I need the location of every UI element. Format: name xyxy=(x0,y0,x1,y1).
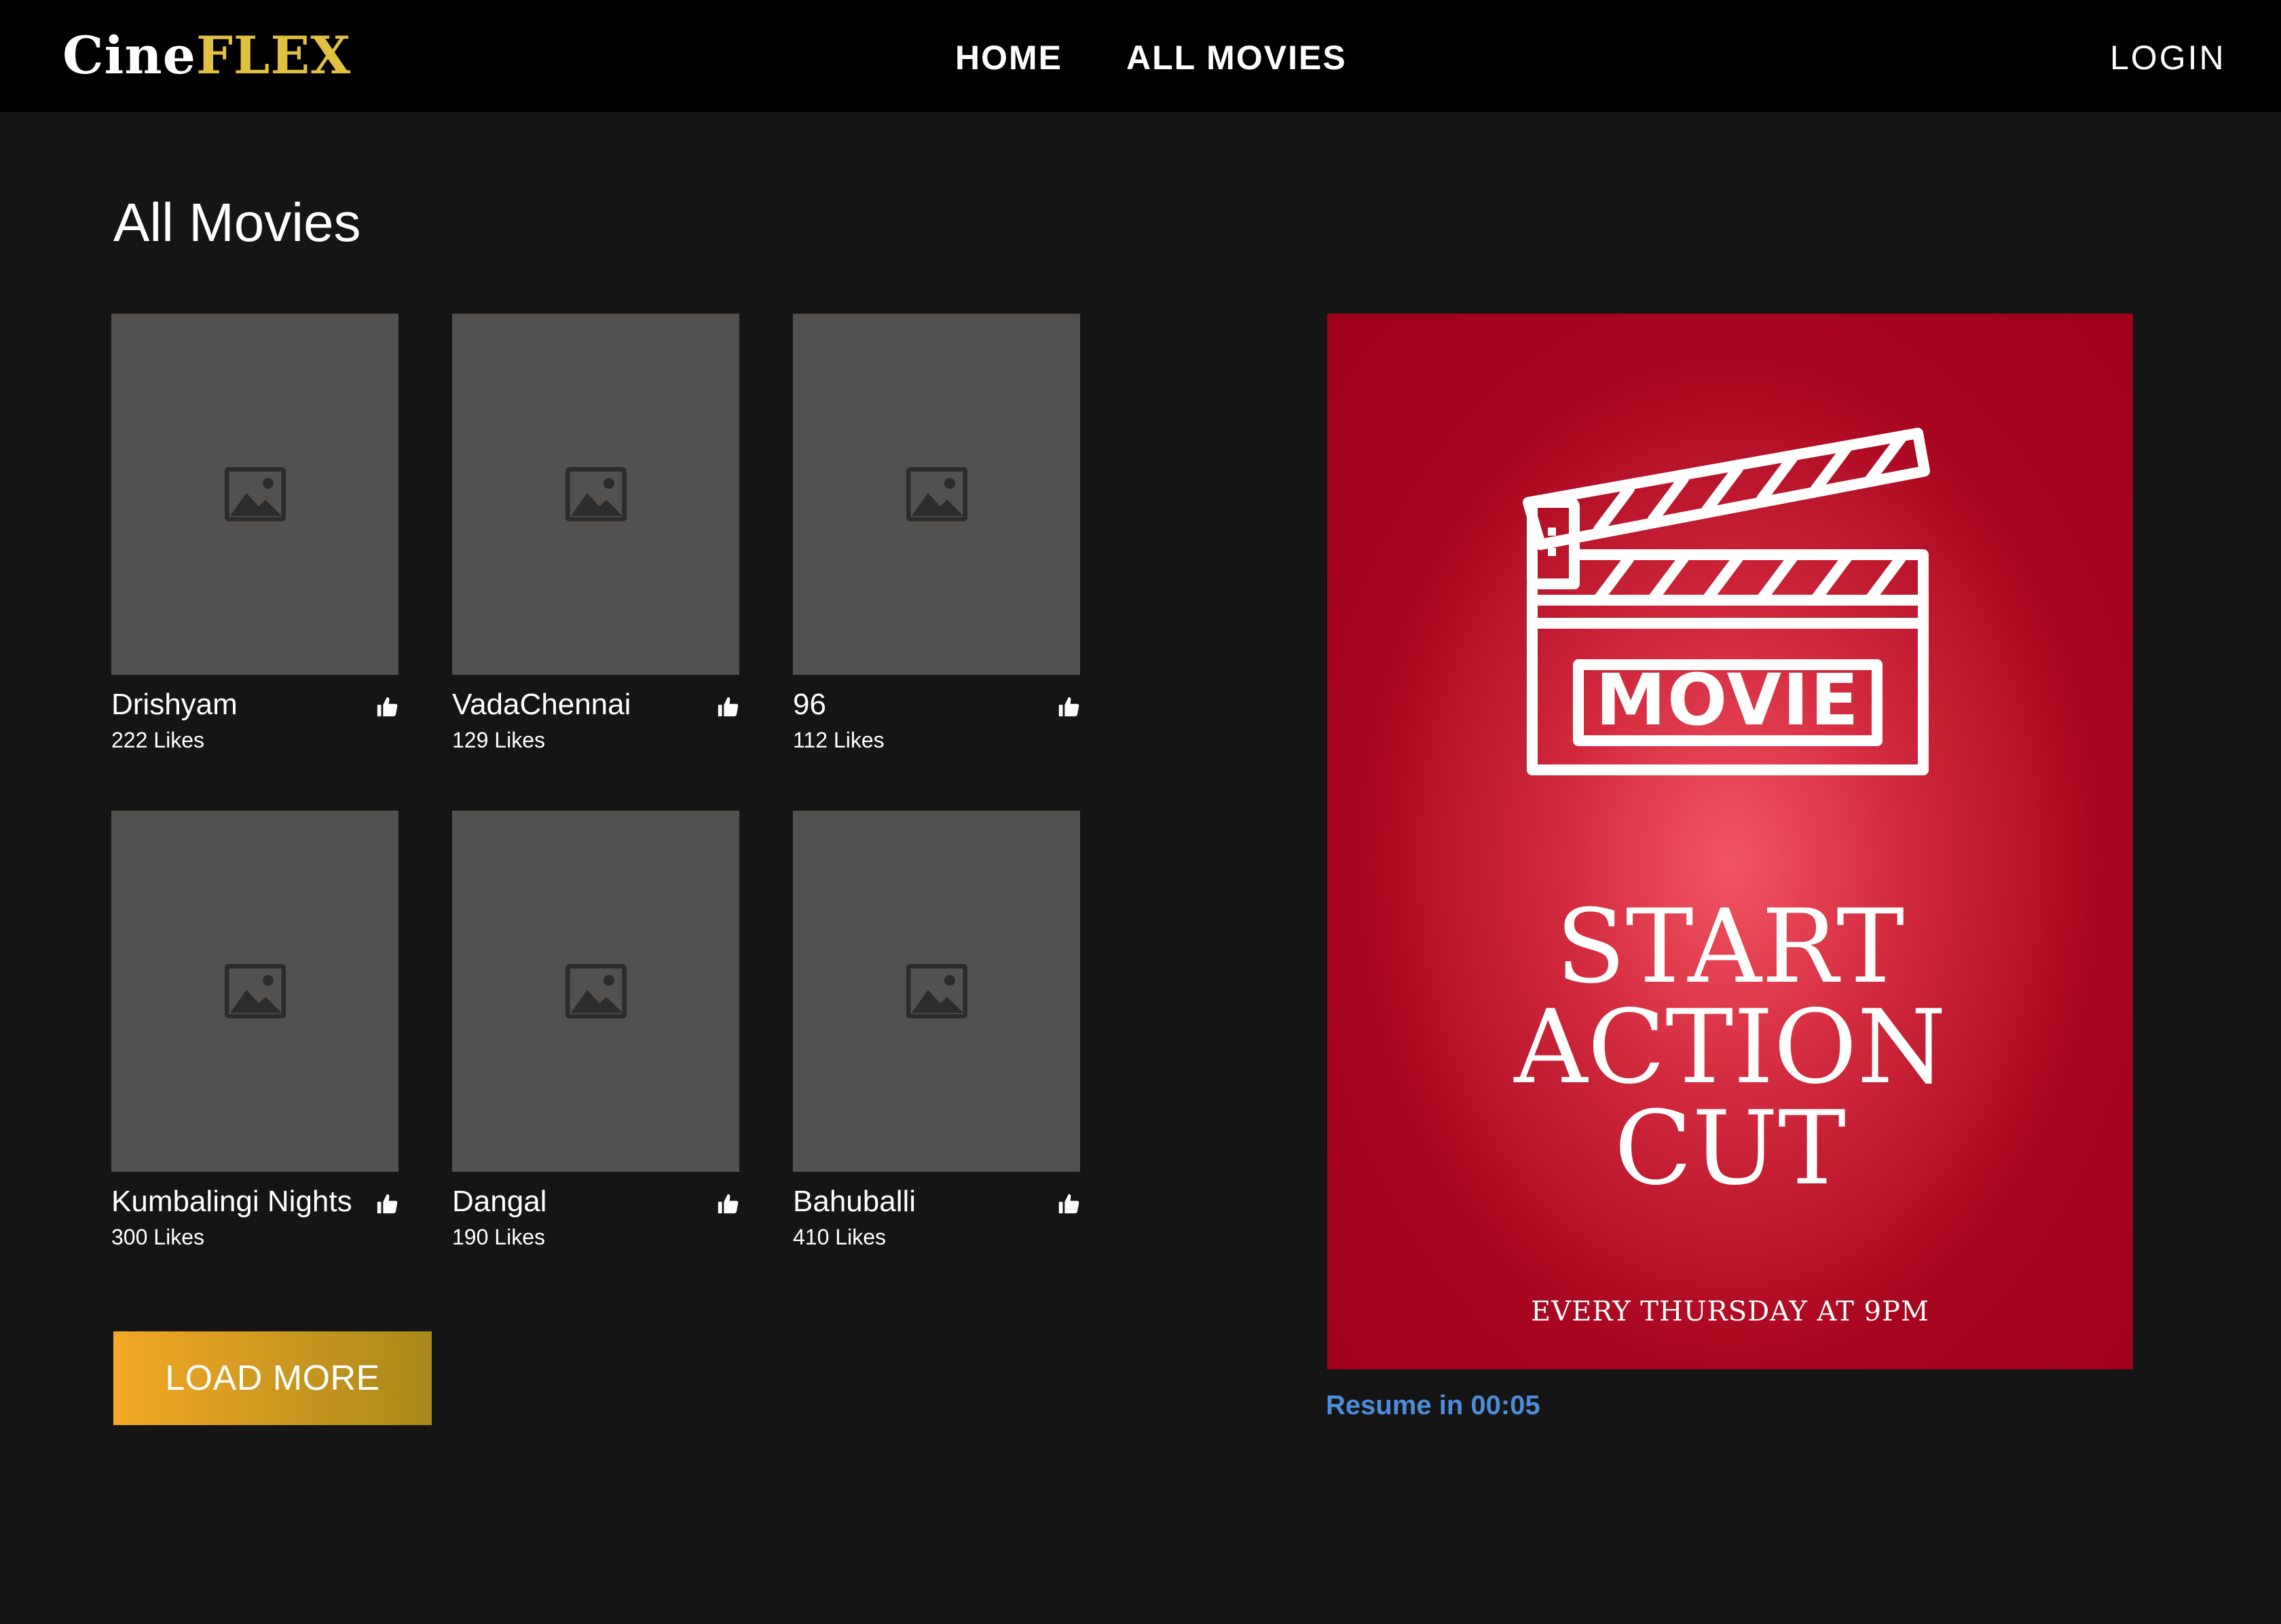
like-button[interactable] xyxy=(1057,695,1080,718)
movie-title[interactable]: Drishyam xyxy=(111,686,238,724)
thumbs-up-icon xyxy=(1058,1194,1079,1214)
movie-poster[interactable] xyxy=(111,314,398,675)
ad-headline-line3: CUT xyxy=(1614,1090,1847,1208)
image-placeholder-icon xyxy=(565,964,627,1018)
brand-logo-part1: Cine xyxy=(62,25,196,86)
movie-likes-count: 300 Likes xyxy=(111,1225,204,1249)
nav-home-link[interactable]: HOME xyxy=(955,34,1062,81)
like-button[interactable] xyxy=(1057,1192,1080,1215)
ad-schedule-text: EVERY THURSDAY AT 9PM xyxy=(1531,1296,1929,1327)
like-button[interactable] xyxy=(716,1192,739,1215)
movie-likes-count: 129 Likes xyxy=(452,728,545,752)
movie-card[interactable]: Kumbalingi Nights 300 Likes xyxy=(111,811,398,1249)
image-placeholder-icon xyxy=(224,964,286,1018)
movie-poster[interactable] xyxy=(452,811,739,1172)
resume-countdown: Resume in 00:05 xyxy=(1326,1390,1540,1420)
thumbs-up-icon xyxy=(377,697,398,717)
movie-card[interactable]: Bahuballi 410 Likes xyxy=(793,811,1080,1249)
image-placeholder-icon xyxy=(906,467,967,521)
login-link[interactable]: LOGIN xyxy=(2110,34,2226,81)
movie-card[interactable]: VadaChennai 129 Likes xyxy=(452,314,739,752)
movie-likes-count: 222 Likes xyxy=(111,728,204,752)
thumbs-up-icon xyxy=(718,697,739,717)
load-more-button[interactable]: LOAD MORE xyxy=(113,1331,432,1425)
top-navigation-bar: CineFLEX HOME ALL MOVIES LOGIN xyxy=(0,0,2281,112)
movie-poster[interactable] xyxy=(452,314,739,675)
movie-likes-count: 190 Likes xyxy=(452,1225,545,1249)
movie-card[interactable]: Dangal 190 Likes xyxy=(452,811,739,1249)
like-button[interactable] xyxy=(375,695,398,718)
movie-poster[interactable] xyxy=(111,811,398,1172)
image-placeholder-icon xyxy=(565,467,627,521)
movie-title[interactable]: Bahuballi xyxy=(793,1183,916,1221)
movie-card[interactable]: Drishyam 222 Likes xyxy=(111,314,398,752)
movie-title[interactable]: VadaChennai xyxy=(452,686,631,724)
image-placeholder-icon xyxy=(224,467,286,521)
movie-title[interactable]: 96 xyxy=(793,686,826,724)
movie-likes-count: 112 Likes xyxy=(793,728,885,752)
ad-headline-line1: START xyxy=(1555,888,1905,1006)
thumbs-up-icon xyxy=(718,1194,739,1214)
movie-poster[interactable] xyxy=(793,811,1080,1172)
page-title: All Movies xyxy=(113,192,361,253)
clapperboard-icon: MOVIE xyxy=(1523,428,1930,775)
movie-title[interactable]: Kumbalingi Nights xyxy=(111,1183,352,1221)
like-button[interactable] xyxy=(716,695,739,718)
like-button[interactable] xyxy=(375,1192,398,1215)
image-placeholder-icon xyxy=(906,964,967,1018)
ad-banner[interactable]: MOVIE START ACTION CUT EVERY THURSDAY AT… xyxy=(1327,314,2133,1369)
ad-badge-text: MOVIE xyxy=(1595,659,1859,741)
brand-logo-part2: FLEX xyxy=(196,25,352,86)
movie-card[interactable]: 96 112 Likes xyxy=(793,314,1080,752)
nav-all-movies-link[interactable]: ALL MOVIES xyxy=(1126,34,1347,81)
movie-poster[interactable] xyxy=(793,314,1080,675)
movie-likes-count: 410 Likes xyxy=(793,1225,886,1249)
movie-title[interactable]: Dangal xyxy=(452,1183,546,1221)
brand-logo[interactable]: CineFLEX xyxy=(62,23,351,88)
thumbs-up-icon xyxy=(1058,697,1079,717)
thumbs-up-icon xyxy=(377,1194,398,1214)
ad-headline-line2: ACTION xyxy=(1514,989,1946,1107)
